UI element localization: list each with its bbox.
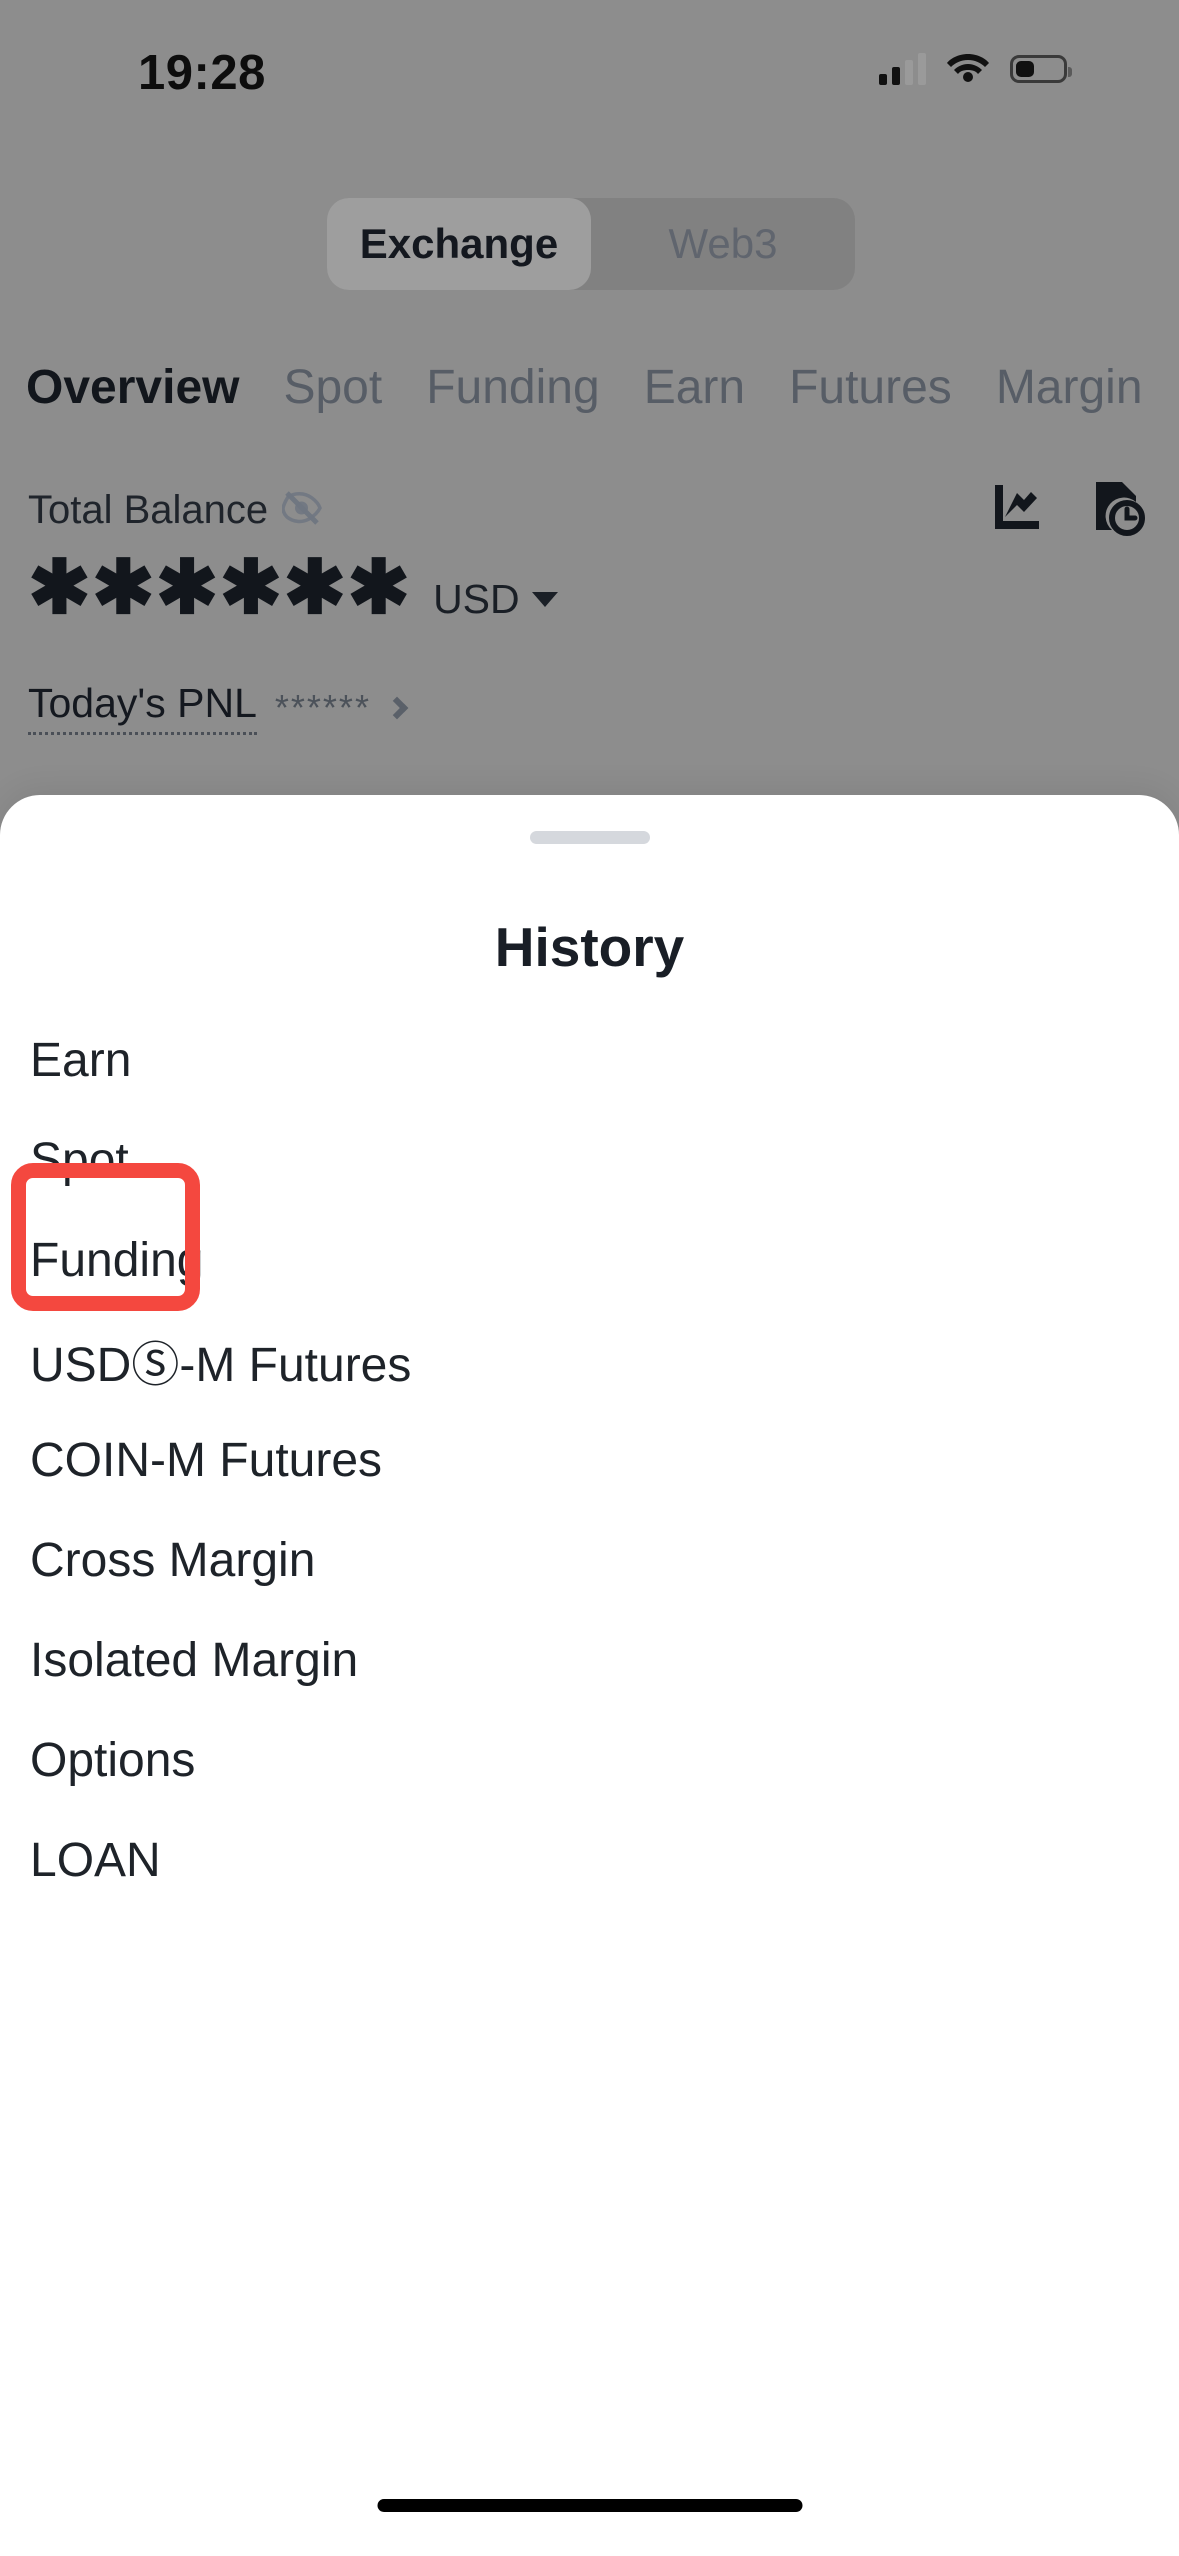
list-item-coin-m-futures[interactable]: COIN-M Futures	[0, 1410, 1179, 1510]
list-item-isolated-margin[interactable]: Isolated Margin	[0, 1610, 1179, 1710]
list-item-spot[interactable]: Spot	[0, 1110, 1179, 1210]
todays-pnl-row[interactable]: Today's PNL ******	[28, 680, 405, 735]
wifi-icon	[946, 50, 990, 87]
transaction-history-icon[interactable]	[1091, 480, 1145, 541]
total-balance-section: Total Balance	[0, 440, 1179, 770]
nav-tab-futures[interactable]: Futures	[789, 360, 952, 415]
sheet-title: History	[0, 915, 1179, 979]
tab-web3[interactable]: Web3	[591, 198, 855, 290]
list-item-earn[interactable]: Earn	[0, 1010, 1179, 1110]
drag-handle[interactable]	[530, 831, 650, 844]
tab-exchange[interactable]: Exchange	[327, 198, 591, 290]
total-balance-label: Total Balance	[28, 488, 268, 533]
list-item-cross-margin[interactable]: Cross Margin	[0, 1510, 1179, 1610]
nav-tab-spot[interactable]: Spot	[283, 360, 382, 415]
chevron-right-icon	[386, 696, 409, 719]
status-bar-icons	[879, 50, 1067, 87]
eye-off-icon[interactable]	[282, 491, 322, 530]
todays-pnl-label: Today's PNL	[28, 680, 257, 735]
list-item-options[interactable]: Options	[0, 1710, 1179, 1810]
currency-label: USD	[433, 576, 520, 623]
cellular-signal-icon	[879, 53, 926, 85]
battery-icon	[1010, 55, 1067, 83]
nav-tab-overview[interactable]: Overview	[26, 360, 239, 415]
home-indicator	[377, 2499, 802, 2512]
balance-header-actions[interactable]	[989, 480, 1145, 541]
total-balance-label-row: Total Balance	[28, 488, 322, 533]
status-bar: 19:28	[0, 0, 1179, 110]
nav-tab-funding[interactable]: Funding	[426, 360, 599, 415]
list-item-usds-m-futures[interactable]: USDⓈ-M Futures	[0, 1310, 1179, 1410]
history-option-list: Earn Spot Funding USDⓈ-M Futures COIN-M …	[0, 1010, 1179, 1910]
chevron-down-icon	[532, 592, 558, 607]
list-item-funding[interactable]: Funding	[0, 1210, 1179, 1310]
currency-selector[interactable]: USD	[433, 576, 558, 623]
list-item-loan[interactable]: LOAN	[0, 1810, 1179, 1910]
todays-pnl-value: ******	[275, 687, 371, 729]
analytics-chart-icon[interactable]	[989, 481, 1043, 540]
status-bar-clock: 19:28	[138, 45, 266, 101]
nav-tab-margin[interactable]: Margin	[996, 360, 1143, 415]
total-balance-amount: ✱✱✱✱✱✱	[28, 550, 411, 625]
nav-tab-earn[interactable]: Earn	[644, 360, 745, 415]
account-nav-tabs[interactable]: Overview Spot Funding Earn Futures Margi…	[0, 340, 1179, 435]
balance-amount-row: ✱✱✱✱✱✱ USD	[28, 550, 558, 625]
exchange-web3-switcher[interactable]: Exchange Web3	[327, 198, 855, 290]
history-bottom-sheet: History Earn Spot Funding USDⓈ-M Futures…	[0, 795, 1179, 2556]
